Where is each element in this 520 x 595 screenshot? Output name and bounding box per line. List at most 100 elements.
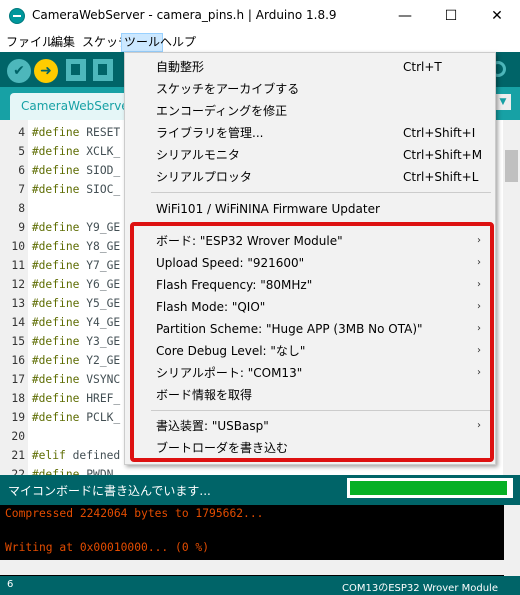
menu-item-manage-libraries[interactable]: ライブラリを管理... Ctrl+Shift+I bbox=[125, 122, 495, 144]
menu-tools[interactable]: ツール bbox=[121, 33, 164, 52]
code-keyword: #define bbox=[31, 278, 80, 291]
code-keyword: #define bbox=[31, 392, 80, 405]
menu-item-label: ライブラリを管理... bbox=[156, 126, 264, 140]
code-line: 16 #define Y2_GE bbox=[0, 351, 120, 370]
line-number: 8 bbox=[18, 202, 25, 215]
code-keyword: #define bbox=[31, 259, 80, 272]
code-text: defined bbox=[65, 449, 121, 462]
upload-progress-bar bbox=[347, 478, 513, 498]
code-text: VSYNC bbox=[79, 373, 121, 386]
menu-item-label: 自動整形 bbox=[156, 60, 205, 74]
line-number: 17 bbox=[11, 373, 25, 386]
menu-item-fix-encoding[interactable]: エンコーディングを修正 bbox=[125, 100, 495, 122]
line-number: 20 bbox=[11, 430, 25, 443]
code-text: RESET bbox=[79, 126, 121, 139]
menu-item-label: シリアルプロッタ bbox=[156, 170, 252, 184]
code-line: 5 #define XCLK_ bbox=[0, 142, 120, 161]
new-sketch-button[interactable] bbox=[66, 59, 86, 81]
console-line: Compressed 2242064 bytes to 1795662... bbox=[5, 507, 264, 520]
code-keyword: #define bbox=[31, 221, 80, 234]
code-text: HREF_ bbox=[79, 392, 121, 405]
line-number: 22 bbox=[11, 468, 25, 475]
code-keyword: #define bbox=[31, 411, 80, 424]
window-title: CameraWebServer - camera_pins.h | Arduin… bbox=[32, 8, 337, 22]
code-text: Y5_GE bbox=[79, 297, 121, 310]
code-line: 11 #define Y7_GE bbox=[0, 256, 120, 275]
code-text: Y9_GE bbox=[79, 221, 121, 234]
line-number: 16 bbox=[11, 354, 25, 367]
editor-scrollbar-thumb[interactable] bbox=[505, 150, 518, 182]
menu-item-archive-sketch[interactable]: スケッチをアーカイブする bbox=[125, 78, 495, 100]
code-line: 10 #define Y8_GE bbox=[0, 237, 120, 256]
line-number: 10 bbox=[11, 240, 25, 253]
code-keyword: #define bbox=[31, 373, 80, 386]
maximize-button[interactable]: ☐ bbox=[428, 0, 474, 32]
line-number: 21 bbox=[11, 449, 25, 462]
menu-bar: ファイル 編集 スケッチ ツール ヘルプ bbox=[0, 32, 520, 52]
code-line: 19 #define PCLK_ bbox=[0, 408, 120, 427]
line-number: 11 bbox=[11, 259, 25, 272]
menu-edit[interactable]: 編集 bbox=[49, 34, 77, 51]
menu-item-serial-monitor[interactable]: シリアルモニタ Ctrl+Shift+M bbox=[125, 144, 495, 166]
upload-progress-fill bbox=[350, 481, 507, 495]
code-line: 7 #define SIOC_ bbox=[0, 180, 120, 199]
open-sketch-button[interactable] bbox=[93, 59, 113, 81]
code-line: 18 #define HREF_ bbox=[0, 389, 120, 408]
line-number: 15 bbox=[11, 335, 25, 348]
board-port-info: COM13のESP32 Wrover Module bbox=[342, 583, 498, 594]
code-text: PWDN_ bbox=[79, 468, 121, 475]
code-keyword: #define bbox=[31, 183, 80, 196]
code-line: 6 #define SIOD_ bbox=[0, 161, 120, 180]
code-line: 12 #define Y6_GE bbox=[0, 275, 120, 294]
menu-item-serial-plotter[interactable]: シリアルプロッタ Ctrl+Shift+L bbox=[125, 166, 495, 188]
menu-item-auto-format[interactable]: 自動整形 Ctrl+T bbox=[125, 56, 495, 78]
code-text: PCLK_ bbox=[79, 411, 121, 424]
code-text: Y2_GE bbox=[79, 354, 121, 367]
arduino-logo-icon bbox=[9, 8, 25, 24]
code-keyword: #define bbox=[31, 354, 80, 367]
console-line: Writing at 0x00010000... (0 %) bbox=[5, 541, 210, 554]
console-horizontal-scrollbar[interactable] bbox=[0, 560, 504, 575]
code-keyword: #define bbox=[31, 240, 80, 253]
tab-menu-button[interactable]: ▼ bbox=[495, 94, 511, 110]
menu-item-shortcut: Ctrl+T bbox=[403, 60, 442, 74]
line-number: 6 bbox=[18, 164, 25, 177]
menu-item-label: WiFi101 / WiFiNINA Firmware Updater bbox=[156, 202, 380, 216]
line-number: 13 bbox=[11, 297, 25, 310]
code-line: 9 #define Y9_GE bbox=[0, 218, 120, 237]
code-line: 15 #define Y3_GE bbox=[0, 332, 120, 351]
console-scrollbar[interactable] bbox=[504, 505, 520, 580]
code-text: XCLK_ bbox=[79, 145, 121, 158]
line-number: 18 bbox=[11, 392, 25, 405]
code-text: Y4_GE bbox=[79, 316, 121, 329]
code-text: SIOD_ bbox=[79, 164, 121, 177]
upload-button[interactable]: ➜ bbox=[34, 59, 58, 83]
code-line: 14 #define Y4_GE bbox=[0, 313, 120, 332]
menu-item-firmware-updater[interactable]: WiFi101 / WiFiNINA Firmware Updater bbox=[125, 198, 495, 220]
code-keyword: #define bbox=[31, 468, 80, 475]
menu-item-label: スケッチをアーカイブする bbox=[156, 82, 300, 96]
tab-camerawebserver[interactable]: CameraWebServer bbox=[10, 93, 130, 120]
current-line-number: 6 bbox=[7, 579, 14, 590]
code-line: 21 #elif defined bbox=[0, 446, 120, 465]
code-keyword: #define bbox=[31, 335, 80, 348]
code-keyword: #define bbox=[31, 145, 80, 158]
open-icon bbox=[98, 64, 107, 75]
code-line: 20 bbox=[0, 427, 32, 446]
verify-button[interactable]: ✔ bbox=[7, 59, 31, 83]
menu-item-label: エンコーディングを修正 bbox=[156, 104, 288, 118]
menu-help[interactable]: ヘルプ bbox=[158, 34, 198, 51]
close-button[interactable]: ✕ bbox=[474, 0, 520, 32]
menu-item-shortcut: Ctrl+Shift+M bbox=[403, 148, 483, 162]
line-number: 5 bbox=[18, 145, 25, 158]
line-number: 9 bbox=[18, 221, 25, 234]
code-text: Y6_GE bbox=[79, 278, 121, 291]
code-line: 22 #define PWDN_ bbox=[0, 465, 120, 475]
menu-item-label: シリアルモニタ bbox=[156, 148, 240, 162]
line-number: 4 bbox=[18, 126, 25, 139]
title-bar: CameraWebServer - camera_pins.h | Arduin… bbox=[0, 0, 520, 32]
minimize-button[interactable]: — bbox=[382, 0, 428, 32]
code-keyword: #define bbox=[31, 297, 80, 310]
highlight-annotation-box bbox=[130, 222, 494, 462]
code-text: Y7_GE bbox=[79, 259, 121, 272]
